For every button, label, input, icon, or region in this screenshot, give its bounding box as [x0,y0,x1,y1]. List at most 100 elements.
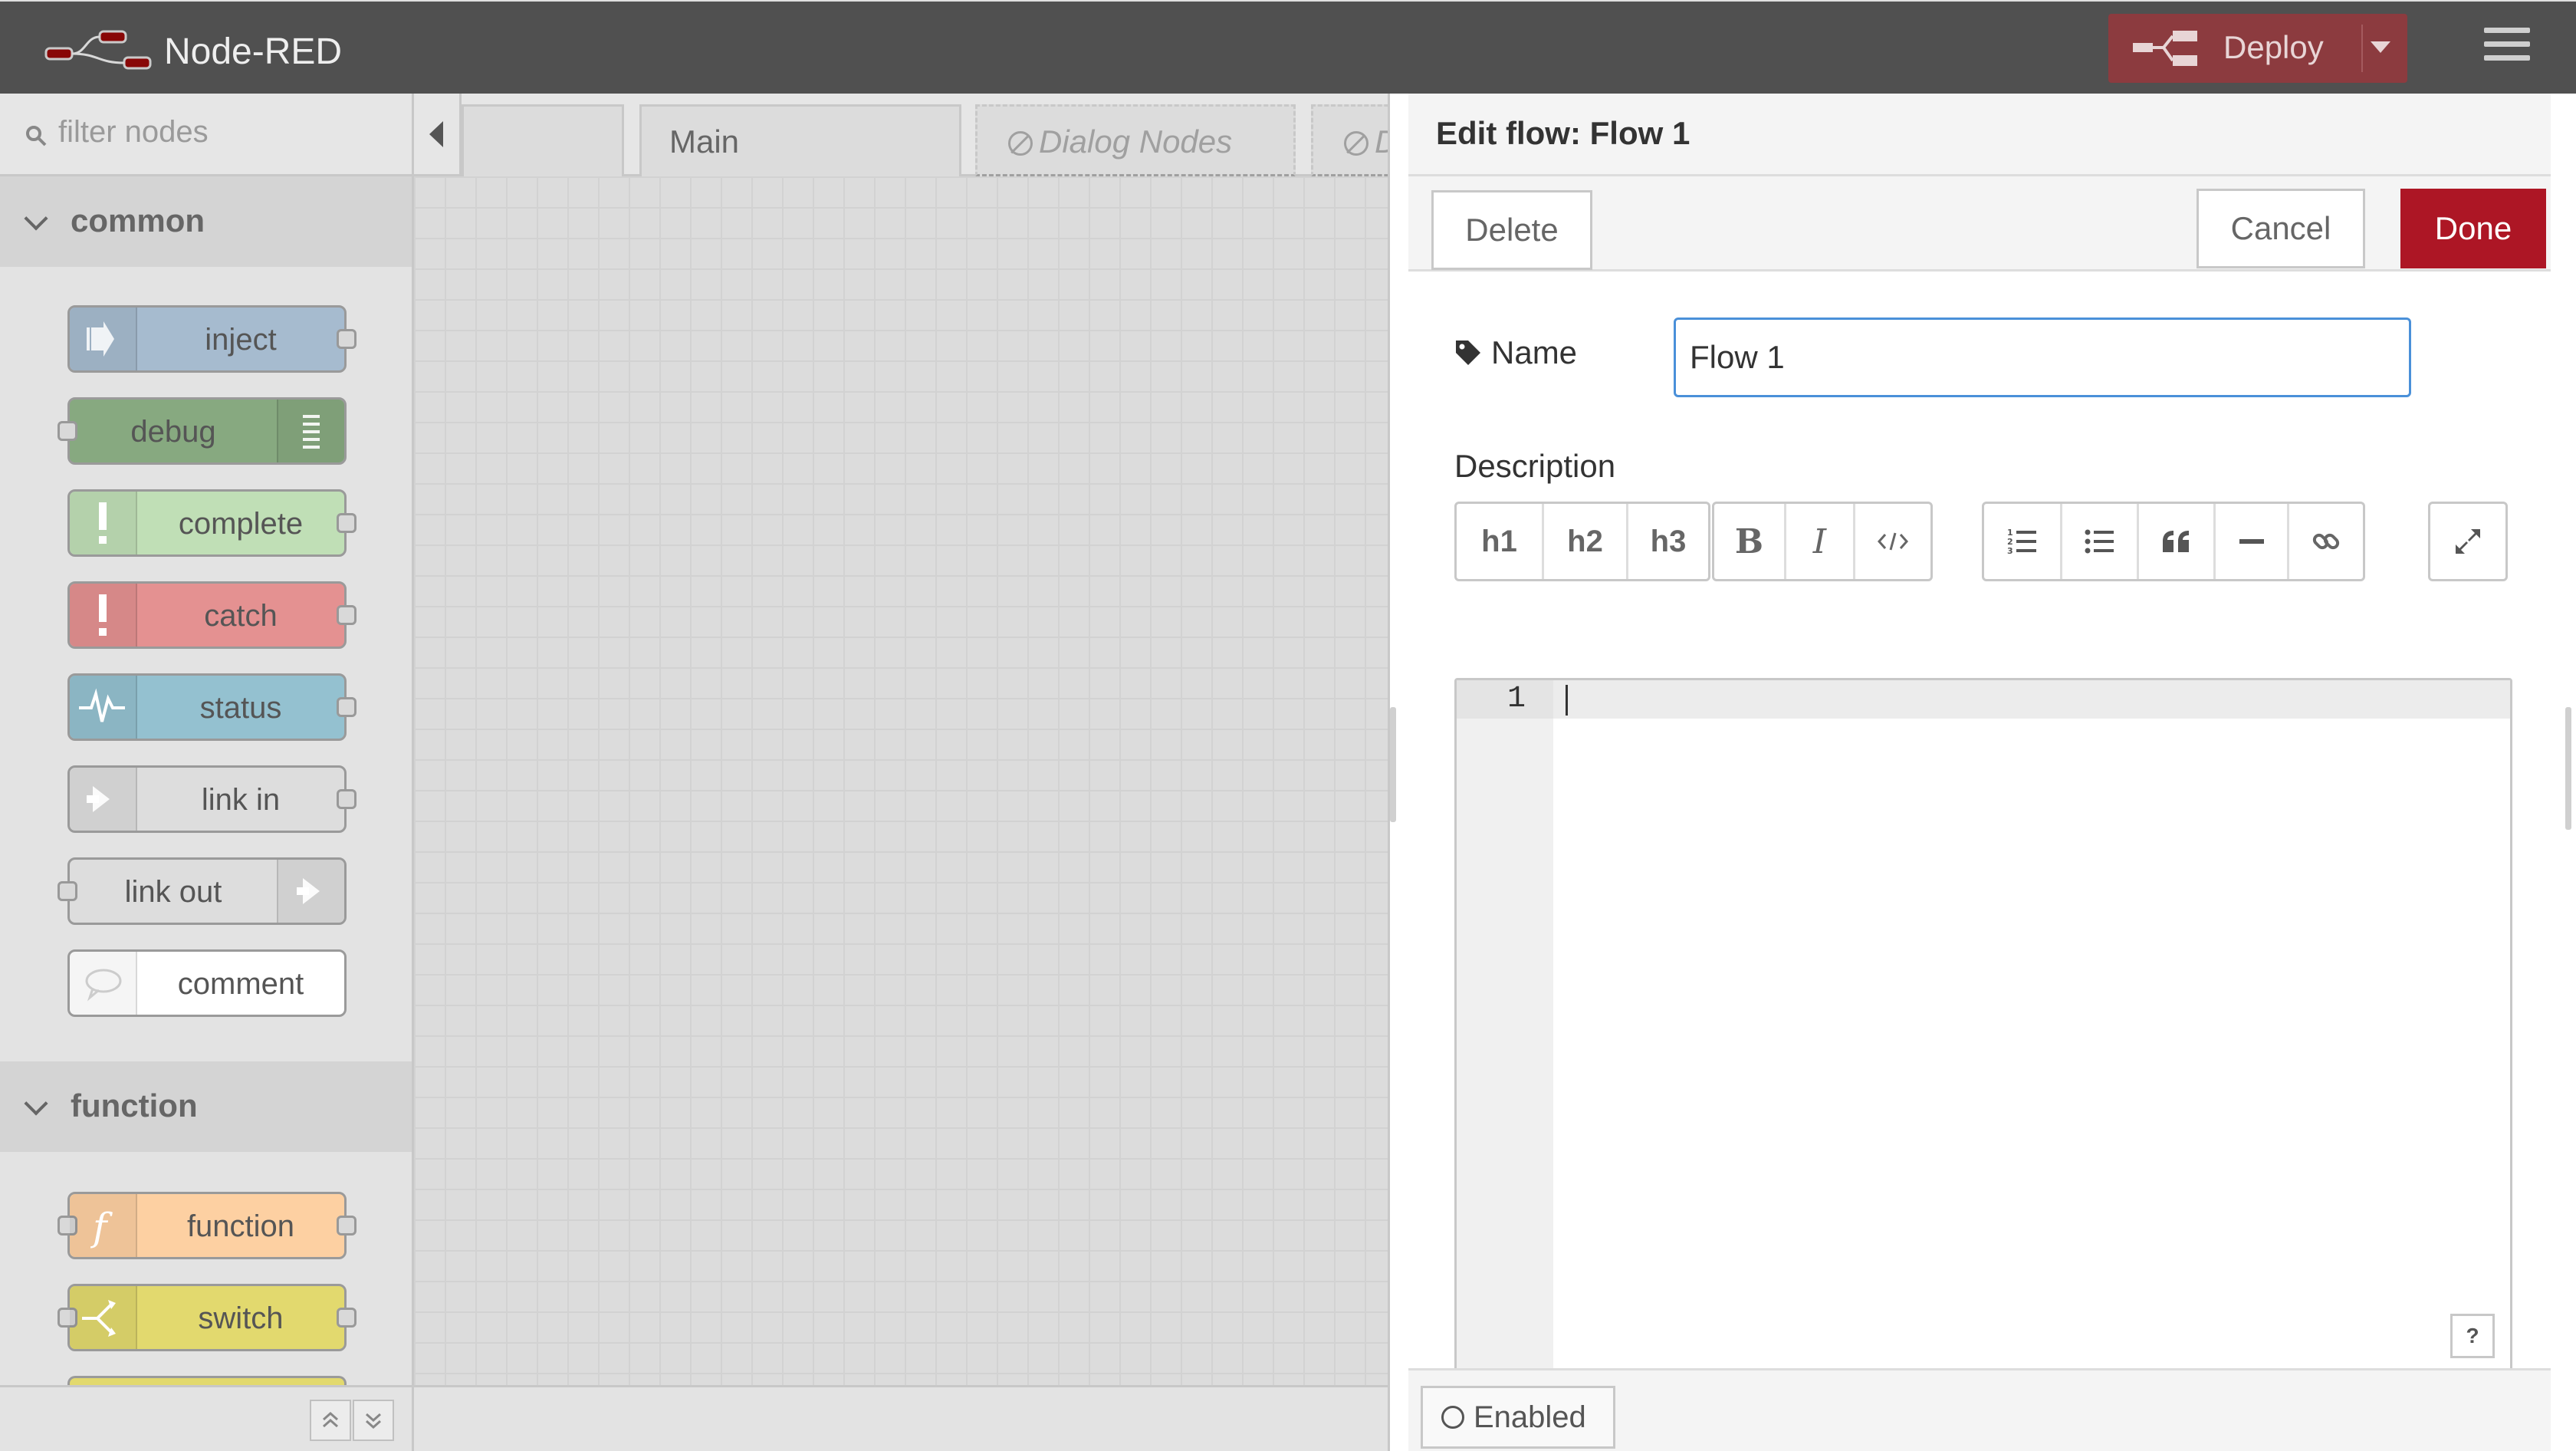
flow-canvas[interactable] [414,176,1388,1385]
text-cursor [1566,685,1568,716]
palette-node-debug[interactable]: debug [58,397,347,465]
bullet-list-button[interactable] [2062,504,2139,579]
italic-button[interactable]: I [1786,504,1855,579]
link-icon [2312,533,2340,550]
palette-node-status[interactable]: status [67,673,356,741]
horizontal-rule-icon [2239,539,2264,544]
tray-left-handle[interactable] [1390,707,1396,822]
tray-header: Edit flow: Flow 1 [1408,94,2551,176]
category-function-header[interactable]: function [0,1061,412,1152]
tray-body: Name Flow 1 Description h1 h2 h3 B I 123 [1408,271,2551,1376]
deploy-icon [2133,31,2197,66]
tray-scrollbar[interactable] [2565,707,2571,830]
tray-title: Edit flow: Flow 1 [1436,115,1691,151]
palette-node-inject[interactable]: inject [67,305,356,373]
markdown-help-button[interactable]: ? [2450,1314,2495,1358]
delete-button[interactable]: Delete [1431,190,1592,270]
output-port[interactable] [337,789,356,809]
palette-node-link-out[interactable]: link out [58,857,347,925]
done-button[interactable]: Done [2400,189,2546,268]
palette-node-comment[interactable]: comment [67,949,347,1017]
output-port[interactable] [337,1308,356,1328]
category-common-header[interactable]: common [0,176,412,267]
horizontal-rule-button[interactable] [2216,504,2289,579]
comment-icon [70,952,137,1015]
description-editor[interactable]: 1 ? [1454,678,2512,1376]
expand-all-icon[interactable] [353,1400,394,1441]
tray-toolbar: Delete Cancel Done [1408,176,2551,271]
block-toolbar: 123 [1982,502,2365,581]
node-label: catch [204,599,278,633]
link-button[interactable] [2289,504,2363,579]
disabled-icon [1008,131,1033,156]
filter-nodes-input[interactable]: filter nodes [58,115,209,150]
node-palette: filter nodes common inject debug complet… [0,94,414,1451]
deploy-dropdown-icon[interactable] [2371,41,2390,53]
output-port[interactable] [337,697,356,717]
category-label: common [71,202,205,239]
expand-toolbar [2428,502,2508,581]
deploy-label: Deploy [2223,29,2324,65]
palette-node-switch[interactable]: switch [58,1284,356,1351]
tab-blank[interactable] [462,104,624,176]
code-button[interactable] [1855,504,1930,579]
heading-toolbar: h1 h2 h3 [1454,502,1710,581]
switch-icon [70,1286,137,1349]
quote-icon [2162,531,2189,552]
palette-node-link-in[interactable]: link in [67,765,356,833]
palette-node-catch[interactable]: catch [67,581,356,649]
bullet-list-icon [2085,529,2114,554]
function-icon: f [70,1194,137,1257]
output-port[interactable] [337,329,356,349]
cancel-button[interactable]: Cancel [2196,189,2365,268]
quote-button[interactable] [2139,504,2216,579]
main-menu-icon[interactable] [2484,28,2530,67]
h1-button[interactable]: h1 [1457,504,1544,579]
collapse-all-icon[interactable] [310,1400,351,1441]
output-port[interactable] [337,513,356,533]
svg-text:3: 3 [2007,546,2013,556]
h2-button[interactable]: h2 [1544,504,1628,579]
expand-icon [2456,529,2480,554]
flow-name-input[interactable]: Flow 1 [1674,318,2411,397]
ordered-list-button[interactable]: 123 [1984,504,2062,579]
bold-button[interactable]: B [1714,504,1786,579]
description-label: Description [1454,448,1616,484]
output-port[interactable] [337,605,356,625]
node-label: status [199,691,282,725]
exclamation-icon [70,492,137,554]
tab-main[interactable]: Main [639,104,961,176]
inject-icon [70,308,137,370]
output-port[interactable] [337,1216,356,1235]
search-icon [26,126,47,146]
palette-node-complete[interactable]: complete [67,489,356,557]
tab-dialog-nodes[interactable]: Dialog Nodes [975,104,1296,176]
line-number: 1 [1457,680,1553,719]
tab-d[interactable]: D [1311,104,1398,176]
deploy-button[interactable]: Deploy [2108,14,2407,83]
tab-label: Dialog Nodes [1039,123,1233,160]
node-label: inject [205,323,277,357]
node-label: complete [178,507,304,541]
palette-footer [0,1385,412,1451]
edit-flow-tray: Edit flow: Flow 1 Delete Cancel Done Nam… [1388,94,2576,1451]
link-in-icon [70,768,137,831]
enabled-toggle[interactable]: Enabled [1421,1386,1615,1449]
chevron-down-icon [24,1091,48,1116]
node-label: link in [201,783,281,817]
app-header: Node-RED Deploy [0,0,2576,94]
svg-text:f: f [90,1205,113,1249]
expand-editor-button[interactable] [2430,504,2505,579]
node-label: link out [124,875,222,909]
active-line [1553,680,2510,719]
code-icon [1877,532,1909,551]
palette-filter[interactable]: filter nodes [0,94,412,176]
editor-gutter: 1 [1457,680,1553,1374]
category-label: function [71,1087,198,1124]
tab-scroll-left-icon[interactable] [414,94,462,174]
node-label: function [186,1209,295,1243]
circle-icon [1441,1406,1464,1429]
palette-node-function[interactable]: f function [58,1192,356,1259]
h3-button[interactable]: h3 [1628,504,1708,579]
workspace: Main Dialog Nodes D [414,94,1398,1451]
